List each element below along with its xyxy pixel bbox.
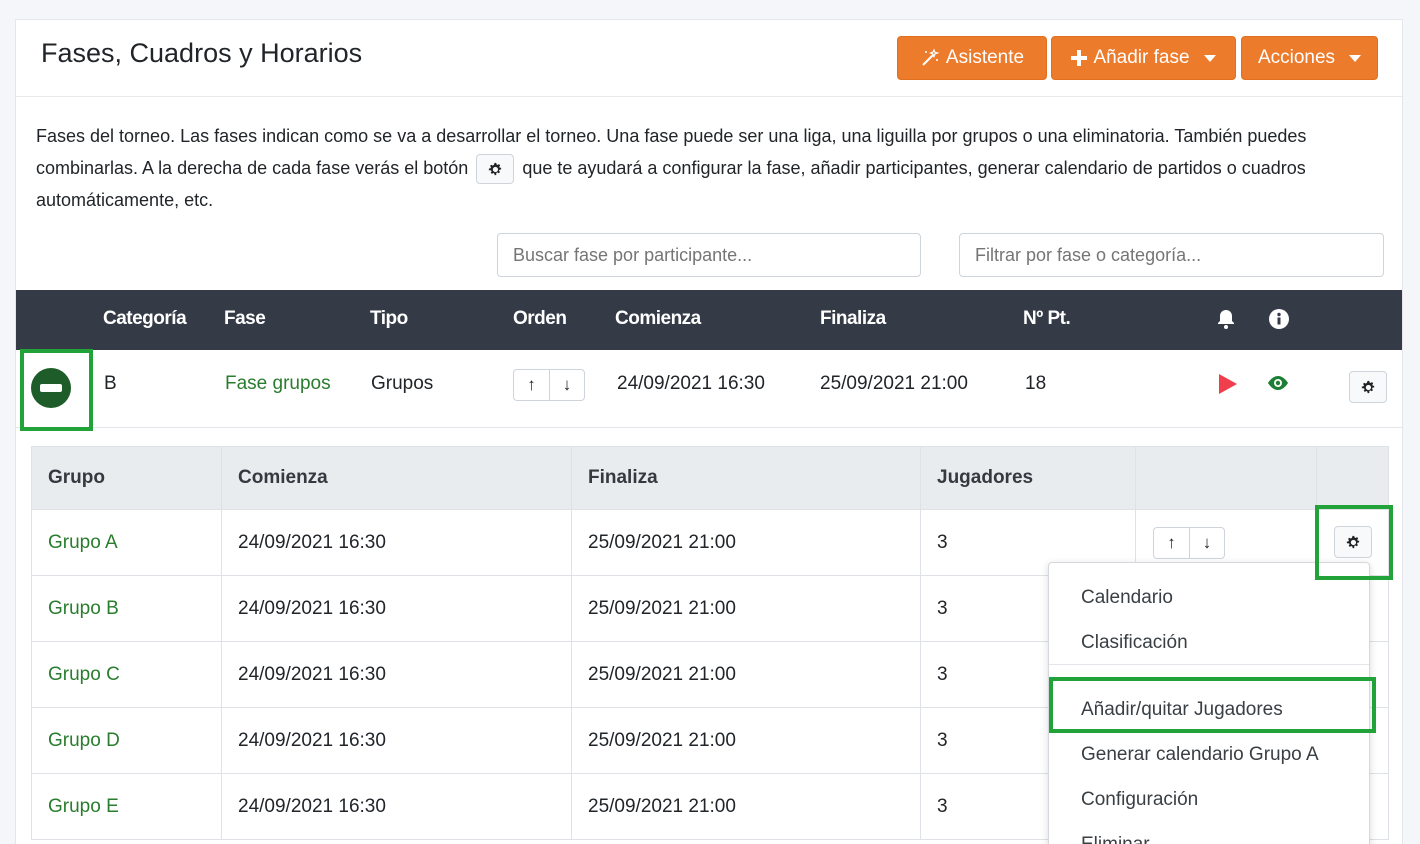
phase-categoria: B [104, 373, 117, 394]
groups-table-header: Grupo Comienza Finaliza Jugadores [31, 446, 1389, 510]
caret-down-icon [1349, 54, 1362, 62]
asistente-button[interactable]: Asistente [897, 36, 1047, 80]
eye-icon[interactable] [1266, 375, 1290, 391]
group-finaliza: 25/09/2021 21:00 [572, 708, 921, 773]
group-finaliza: 25/09/2021 21:00 [572, 774, 921, 839]
phase-row: B Fase grupos Grupos ↑ ↓ 24/09/2021 16:3… [16, 350, 1402, 428]
arrow-down-icon[interactable]: ↓ [549, 370, 584, 400]
header-comienza: Comienza [222, 447, 572, 509]
group-link[interactable]: Grupo E [32, 774, 222, 839]
header-grupo: Grupo [32, 447, 222, 509]
arrow-up-icon[interactable]: ↑ [1154, 528, 1189, 558]
phases-table-header: Categoría Fase Tipo Orden Comienza Final… [16, 290, 1402, 350]
menu-item-configuracion[interactable]: Configuración [1081, 789, 1198, 811]
arrow-up-icon[interactable]: ↑ [514, 370, 549, 400]
anadir-fase-button[interactable]: Añadir fase [1051, 36, 1236, 80]
header-orden[interactable]: Orden [513, 308, 567, 330]
plus-icon [1071, 50, 1088, 66]
header-tipo[interactable]: Tipo [370, 308, 408, 330]
highlight-expand-toggle [20, 349, 93, 431]
gear-icon [1361, 380, 1375, 394]
phase-finaliza: 25/09/2021 21:00 [820, 373, 968, 394]
header-npt[interactable]: Nº Pt. [1023, 308, 1071, 330]
acciones-button[interactable]: Acciones [1241, 36, 1378, 80]
header-categoria[interactable]: Categoría [103, 308, 187, 330]
search-participant-input[interactable] [497, 233, 921, 277]
group-finaliza: 25/09/2021 21:00 [572, 642, 921, 707]
phase-npt: 18 [1025, 373, 1047, 394]
arrow-down-icon[interactable]: ↓ [1189, 528, 1224, 558]
group-comienza: 24/09/2021 16:30 [222, 576, 572, 641]
phase-order-buttons: ↑ ↓ [513, 369, 585, 401]
gear-icon [476, 154, 515, 185]
group-link[interactable]: Grupo A [32, 510, 222, 575]
group-link[interactable]: Grupo C [32, 642, 222, 707]
header-finaliza[interactable]: Finaliza [820, 308, 886, 330]
highlight-gear-button [1315, 505, 1393, 580]
header-finaliza: Finaliza [572, 447, 921, 509]
phase-tipo: Grupos [371, 373, 434, 394]
group-finaliza: 25/09/2021 21:00 [572, 576, 921, 641]
phase-gear-button[interactable] [1349, 371, 1387, 403]
asistente-label: Asistente [945, 47, 1025, 68]
acciones-label: Acciones [1257, 47, 1336, 68]
menu-item-calendario[interactable]: Calendario [1081, 587, 1173, 609]
group-comienza: 24/09/2021 16:30 [222, 774, 572, 839]
info-icon [1269, 309, 1289, 329]
magic-wand-icon [922, 48, 940, 66]
play-icon[interactable] [1218, 373, 1238, 395]
filter-phase-input[interactable] [959, 233, 1384, 277]
bell-icon [1218, 310, 1234, 329]
phase-comienza: 24/09/2021 16:30 [617, 373, 765, 394]
header-comienza[interactable]: Comienza [615, 308, 701, 330]
phase-name-link[interactable]: Fase grupos [225, 373, 331, 395]
caret-down-icon [1203, 54, 1216, 62]
card-header: Fases, Cuadros y Horarios Asistente Añad… [16, 20, 1402, 97]
menu-item-eliminar[interactable]: Eliminar [1081, 834, 1150, 844]
menu-item-clasificacion[interactable]: Clasificación [1081, 632, 1188, 654]
group-comienza: 24/09/2021 16:30 [222, 510, 572, 575]
page-title: Fases, Cuadros y Horarios [41, 38, 363, 68]
highlight-anadir-quitar [1049, 677, 1376, 733]
menu-divider [1049, 664, 1369, 665]
header-jugadores: Jugadores [921, 447, 1136, 509]
group-comienza: 24/09/2021 16:30 [222, 642, 572, 707]
group-order-buttons: ↑ ↓ [1153, 527, 1225, 559]
menu-item-generar-calendario[interactable]: Generar calendario Grupo A [1081, 744, 1319, 766]
group-comienza: 24/09/2021 16:30 [222, 708, 572, 773]
description: Fases del torneo. Las fases indican como… [36, 120, 1376, 216]
header-empty [1136, 447, 1317, 509]
group-link[interactable]: Grupo B [32, 576, 222, 641]
anadir-fase-label: Añadir fase [1093, 47, 1190, 68]
header-fase[interactable]: Fase [224, 308, 266, 330]
group-link[interactable]: Grupo D [32, 708, 222, 773]
group-finaliza: 25/09/2021 21:00 [572, 510, 921, 575]
